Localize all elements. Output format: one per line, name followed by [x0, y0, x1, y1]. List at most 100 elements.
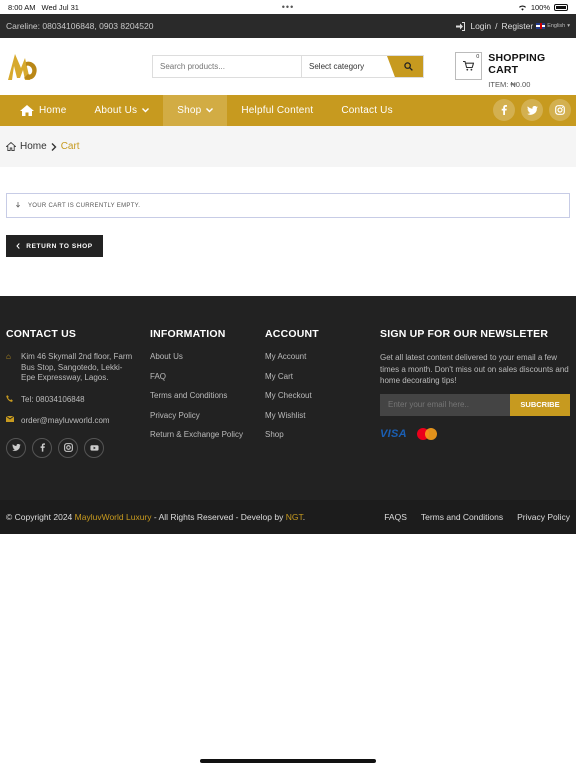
bottom-link-terms[interactable]: Terms and Conditions [421, 512, 503, 522]
copyright-middle: - All Rights Reserved - Develop by [153, 512, 284, 522]
brand-link[interactable]: MayluvWorld Luxury [75, 512, 152, 522]
uk-flag-icon [536, 23, 546, 29]
nav-about-us[interactable]: About Us [80, 95, 163, 126]
header-social-links [493, 99, 571, 121]
site-footer: CONTACT US ⌂ Kim 46 Skymall 2nd floor, F… [0, 296, 576, 500]
footer-contact: CONTACT US ⌂ Kim 46 Skymall 2nd floor, F… [6, 328, 136, 458]
footer-link-privacy[interactable]: Privacy Policy [150, 411, 243, 420]
footer-link-about[interactable]: About Us [150, 352, 243, 361]
footer-link-my-account[interactable]: My Account [265, 352, 319, 361]
chevron-down-icon: ▾ [567, 23, 570, 29]
battery-percent: 100% [530, 2, 550, 12]
cart-button[interactable]: 0 [455, 52, 483, 80]
cart-empty-message: YOUR CART IS CURRENTLY EMPTY. [28, 202, 141, 209]
login-link[interactable]: Login [470, 21, 491, 31]
footer-information: INFORMATION About Us FAQ Terms and Condi… [150, 328, 243, 450]
language-label: English [547, 23, 566, 29]
footer-link-my-checkout[interactable]: My Checkout [265, 391, 319, 400]
copyright-text: © Copyright 2024 MayluvWorld Luxury - Al… [6, 512, 305, 522]
envelope-icon [6, 416, 14, 422]
mastercard-logo [416, 427, 437, 440]
footer-link-my-wishlist[interactable]: My Wishlist [265, 411, 319, 420]
chevron-right-icon [51, 142, 57, 151]
nav-shop[interactable]: Shop [163, 95, 228, 126]
email-text[interactable]: order@mayluvworld.com [21, 416, 110, 427]
cart-empty-notice: YOUR CART IS CURRENTLY EMPTY. [6, 193, 570, 218]
top-info-bar: Careline: 08034106848, 0903 8204520 Logi… [0, 14, 576, 38]
breadcrumb: Home Cart [0, 126, 576, 167]
facebook-icon[interactable] [32, 437, 52, 458]
home-indicator[interactable] [200, 759, 376, 763]
status-date: Wed Jul 31 [41, 2, 79, 12]
footer-link-returns[interactable]: Return & Exchange Policy [150, 430, 243, 439]
nav-home-label: Home [39, 105, 67, 116]
footer-link-terms[interactable]: Terms and Conditions [150, 391, 243, 400]
instagram-icon[interactable] [58, 437, 78, 458]
breadcrumb-current: Cart [60, 141, 80, 152]
language-selector[interactable]: English ▾ [536, 23, 570, 29]
footer-link-my-cart[interactable]: My Cart [265, 372, 319, 381]
register-link[interactable]: Register [502, 21, 534, 31]
footer-account: ACCOUNT My Account My Cart My Checkout M… [265, 328, 319, 450]
copyright-end: . [302, 512, 306, 522]
return-to-shop-label: RETURN TO SHOP [26, 242, 93, 250]
device-status-bar: 8:00 AM Wed Jul 31 ••• 100% [0, 0, 576, 14]
footer-link-shop[interactable]: Shop [265, 430, 319, 439]
payment-methods: VISA [380, 427, 570, 440]
home-icon [20, 105, 34, 116]
email-row: order@mayluvworld.com [6, 416, 136, 427]
home-icon: ⌂ [6, 352, 11, 361]
nav-shop-label: Shop [177, 105, 202, 116]
chevron-down-icon [206, 108, 214, 113]
nav-home[interactable]: Home [0, 95, 80, 126]
footer-social-links [6, 437, 136, 458]
search-button[interactable] [387, 56, 423, 77]
newsletter-email-input[interactable] [380, 393, 510, 416]
return-to-shop-button[interactable]: RETURN TO SHOP [6, 235, 103, 257]
copyright-prefix: © Copyright 2024 [6, 512, 73, 522]
nav-contact-us[interactable]: Contact Us [327, 95, 406, 126]
nav-about-label: About Us [94, 105, 138, 116]
copyright-links: FAQS Terms and Conditions Privacy Policy [384, 512, 570, 522]
category-select-label: Select category [309, 62, 365, 71]
category-select[interactable]: Select category [302, 56, 387, 77]
sign-in-icon [456, 21, 466, 31]
search-input[interactable] [153, 56, 302, 77]
header-cart[interactable]: 0 SHOPPING CART ITEM: ₦0.00 [455, 52, 576, 89]
youtube-icon[interactable] [84, 437, 104, 458]
account-title: ACCOUNT [265, 328, 319, 340]
cart-summary: SHOPPING CART ITEM: ₦0.00 [488, 52, 576, 89]
careline-text: Careline: 08034106848, 0903 8204520 [6, 21, 154, 31]
login-register: Login / Register [456, 21, 533, 31]
cart-count-badge: 0 [476, 54, 480, 60]
breadcrumb-home[interactable]: Home [20, 141, 47, 152]
home-outline-icon [6, 142, 16, 151]
developer-link[interactable]: NGT [286, 512, 303, 522]
login-separator: / [495, 21, 498, 31]
multitask-dots-icon[interactable]: ••• [282, 2, 294, 12]
chevron-down-icon [142, 108, 150, 113]
phone-text[interactable]: Tel: 08034106848 [21, 395, 85, 406]
copyright-bar: © Copyright 2024 MayluvWorld Luxury - Al… [0, 500, 576, 534]
visa-logo: VISA [380, 427, 407, 440]
bottom-link-privacy[interactable]: Privacy Policy [517, 512, 570, 522]
newsletter-form: SUBCRIBE [380, 393, 570, 416]
facebook-icon[interactable] [493, 99, 515, 121]
instagram-icon[interactable] [549, 99, 571, 121]
footer-link-faq[interactable]: FAQ [150, 372, 243, 381]
address-row: ⌂ Kim 46 Skymall 2nd floor, Farm Bus Sto… [6, 352, 136, 384]
newsletter-text: Get all latest content delivered to your… [380, 353, 569, 385]
footer-newsletter: SIGN UP FOR OUR NEWSLETER Get all latest… [380, 328, 570, 440]
subscribe-button[interactable]: SUBCRIBE [510, 393, 570, 416]
nav-helpful-content[interactable]: Helpful Content [227, 95, 327, 126]
twitter-icon[interactable] [521, 99, 543, 121]
bottom-link-faqs[interactable]: FAQS [384, 512, 407, 522]
cart-total: ITEM: ₦0.00 [488, 80, 531, 89]
nav-helpful-label: Helpful Content [241, 105, 314, 116]
chevron-left-icon [16, 243, 20, 249]
twitter-icon[interactable] [6, 437, 26, 458]
brand-logo[interactable] [6, 50, 40, 84]
cart-title: SHOPPING CART [488, 52, 546, 76]
newsletter-title: SIGN UP FOR OUR NEWSLETER [380, 328, 549, 340]
phone-row: Tel: 08034106848 [6, 395, 136, 406]
